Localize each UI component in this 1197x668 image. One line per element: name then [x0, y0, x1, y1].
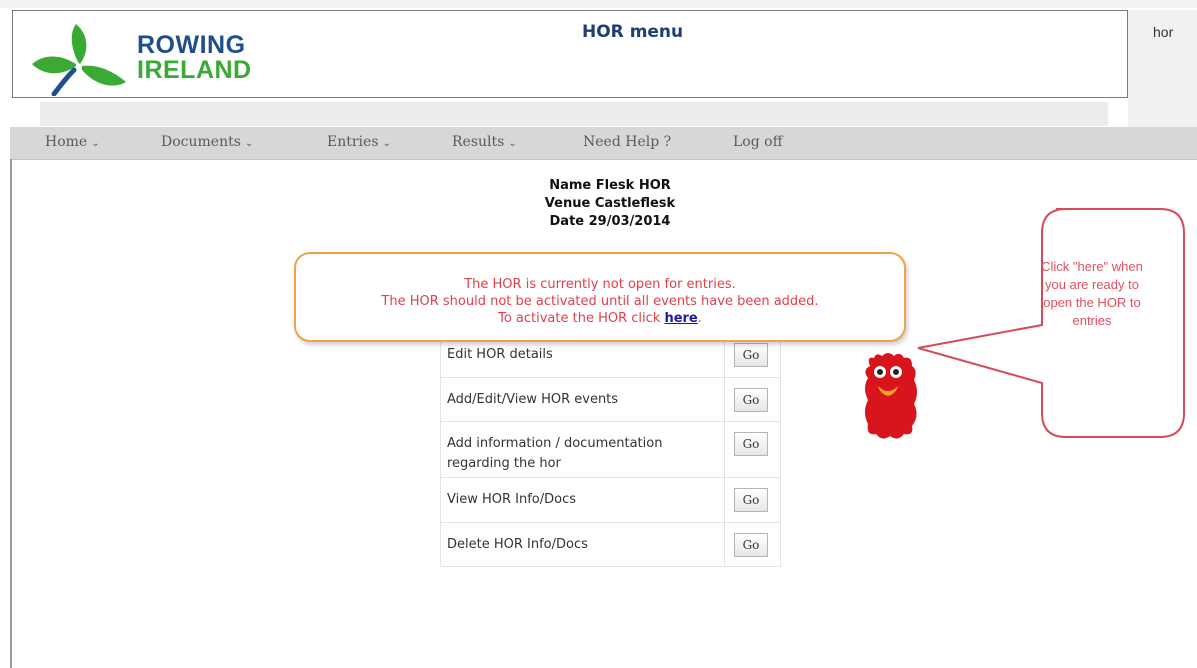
- delete-info-go-button[interactable]: Go: [734, 533, 768, 557]
- nav-log-off-label: Log off: [733, 134, 783, 150]
- header-band: [40, 102, 1108, 126]
- menu-row-add-info: Add information / documentation regardin…: [440, 421, 781, 478]
- hor-date: Date 29/03/2014: [549, 214, 671, 229]
- activate-here-link[interactable]: here: [664, 311, 697, 326]
- menu-row-events: Add/Edit/View HOR events Go: [440, 377, 781, 422]
- nav-results[interactable]: Results ⌄: [452, 134, 517, 150]
- notice-line3-suffix: .: [697, 311, 702, 326]
- chevron-down-icon: ⌄: [382, 138, 391, 149]
- rowing-ireland-logo-icon: [32, 24, 126, 96]
- edit-details-go-button[interactable]: Go: [734, 343, 768, 367]
- menu-row-delete-info: Delete HOR Info/Docs Go: [440, 522, 781, 568]
- menu-row-label: Delete HOR Info/Docs: [447, 537, 588, 552]
- events-go-button[interactable]: Go: [734, 388, 768, 412]
- notice-line2: The HOR should not be activated until al…: [381, 294, 819, 309]
- chevron-down-icon: ⌄: [244, 138, 254, 149]
- hor-venue: Venue Castleflesk: [544, 196, 676, 211]
- page-title: HOR menu: [582, 22, 684, 42]
- nav-documents[interactable]: Documents ⌄: [161, 134, 253, 150]
- hor-name: Name Flesk HOR: [549, 178, 671, 193]
- nav-need-help[interactable]: Need Help ?: [583, 134, 671, 150]
- add-info-go-button[interactable]: Go: [734, 432, 768, 456]
- menu-row-label: Edit HOR details: [447, 347, 553, 362]
- nav-entries[interactable]: Entries ⌄: [327, 134, 391, 150]
- hor-info: Name Flesk HOR Venue Castleflesk Date 29…: [500, 177, 720, 231]
- nav-need-help-label: Need Help ?: [583, 134, 672, 150]
- logo-line2: IRELAND: [137, 56, 252, 84]
- menu-row-label: Add information / documentation regardin…: [447, 436, 663, 471]
- activation-notice: The HOR is currently not open for entrie…: [294, 252, 906, 342]
- notice-line3-prefix: To activate the HOR click: [498, 311, 661, 326]
- nav-home-label: Home: [45, 134, 88, 150]
- left-border: [10, 159, 12, 668]
- nav-results-label: Results: [452, 134, 505, 150]
- callout-text: Click "here" when you are ready to open …: [1041, 259, 1143, 328]
- logo-line1: ROWING: [137, 31, 246, 59]
- nav-home[interactable]: Home ⌄: [45, 134, 100, 150]
- menu-row-label: View HOR Info/Docs: [447, 492, 577, 507]
- chevron-down-icon: ⌄: [508, 138, 517, 149]
- notice-line3: To activate the HOR click here.: [296, 310, 904, 327]
- view-info-go-button[interactable]: Go: [734, 488, 768, 512]
- nav-documents-label: Documents: [161, 134, 241, 150]
- nav-entries-label: Entries: [327, 134, 379, 150]
- nav-log-off[interactable]: Log off: [733, 134, 783, 150]
- menu-row-label: Add/Edit/View HOR events: [447, 392, 619, 407]
- monster-mascot-icon: [865, 353, 917, 439]
- chevron-down-icon: ⌄: [91, 138, 100, 149]
- menu-row-view-info: View HOR Info/Docs Go: [440, 477, 781, 523]
- top-strip: [0, 0, 1197, 8]
- user-label: hor: [1153, 24, 1174, 40]
- logo-text: ROWING IRELAND: [137, 33, 252, 83]
- notice-line1: The HOR is currently not open for entrie…: [464, 277, 736, 292]
